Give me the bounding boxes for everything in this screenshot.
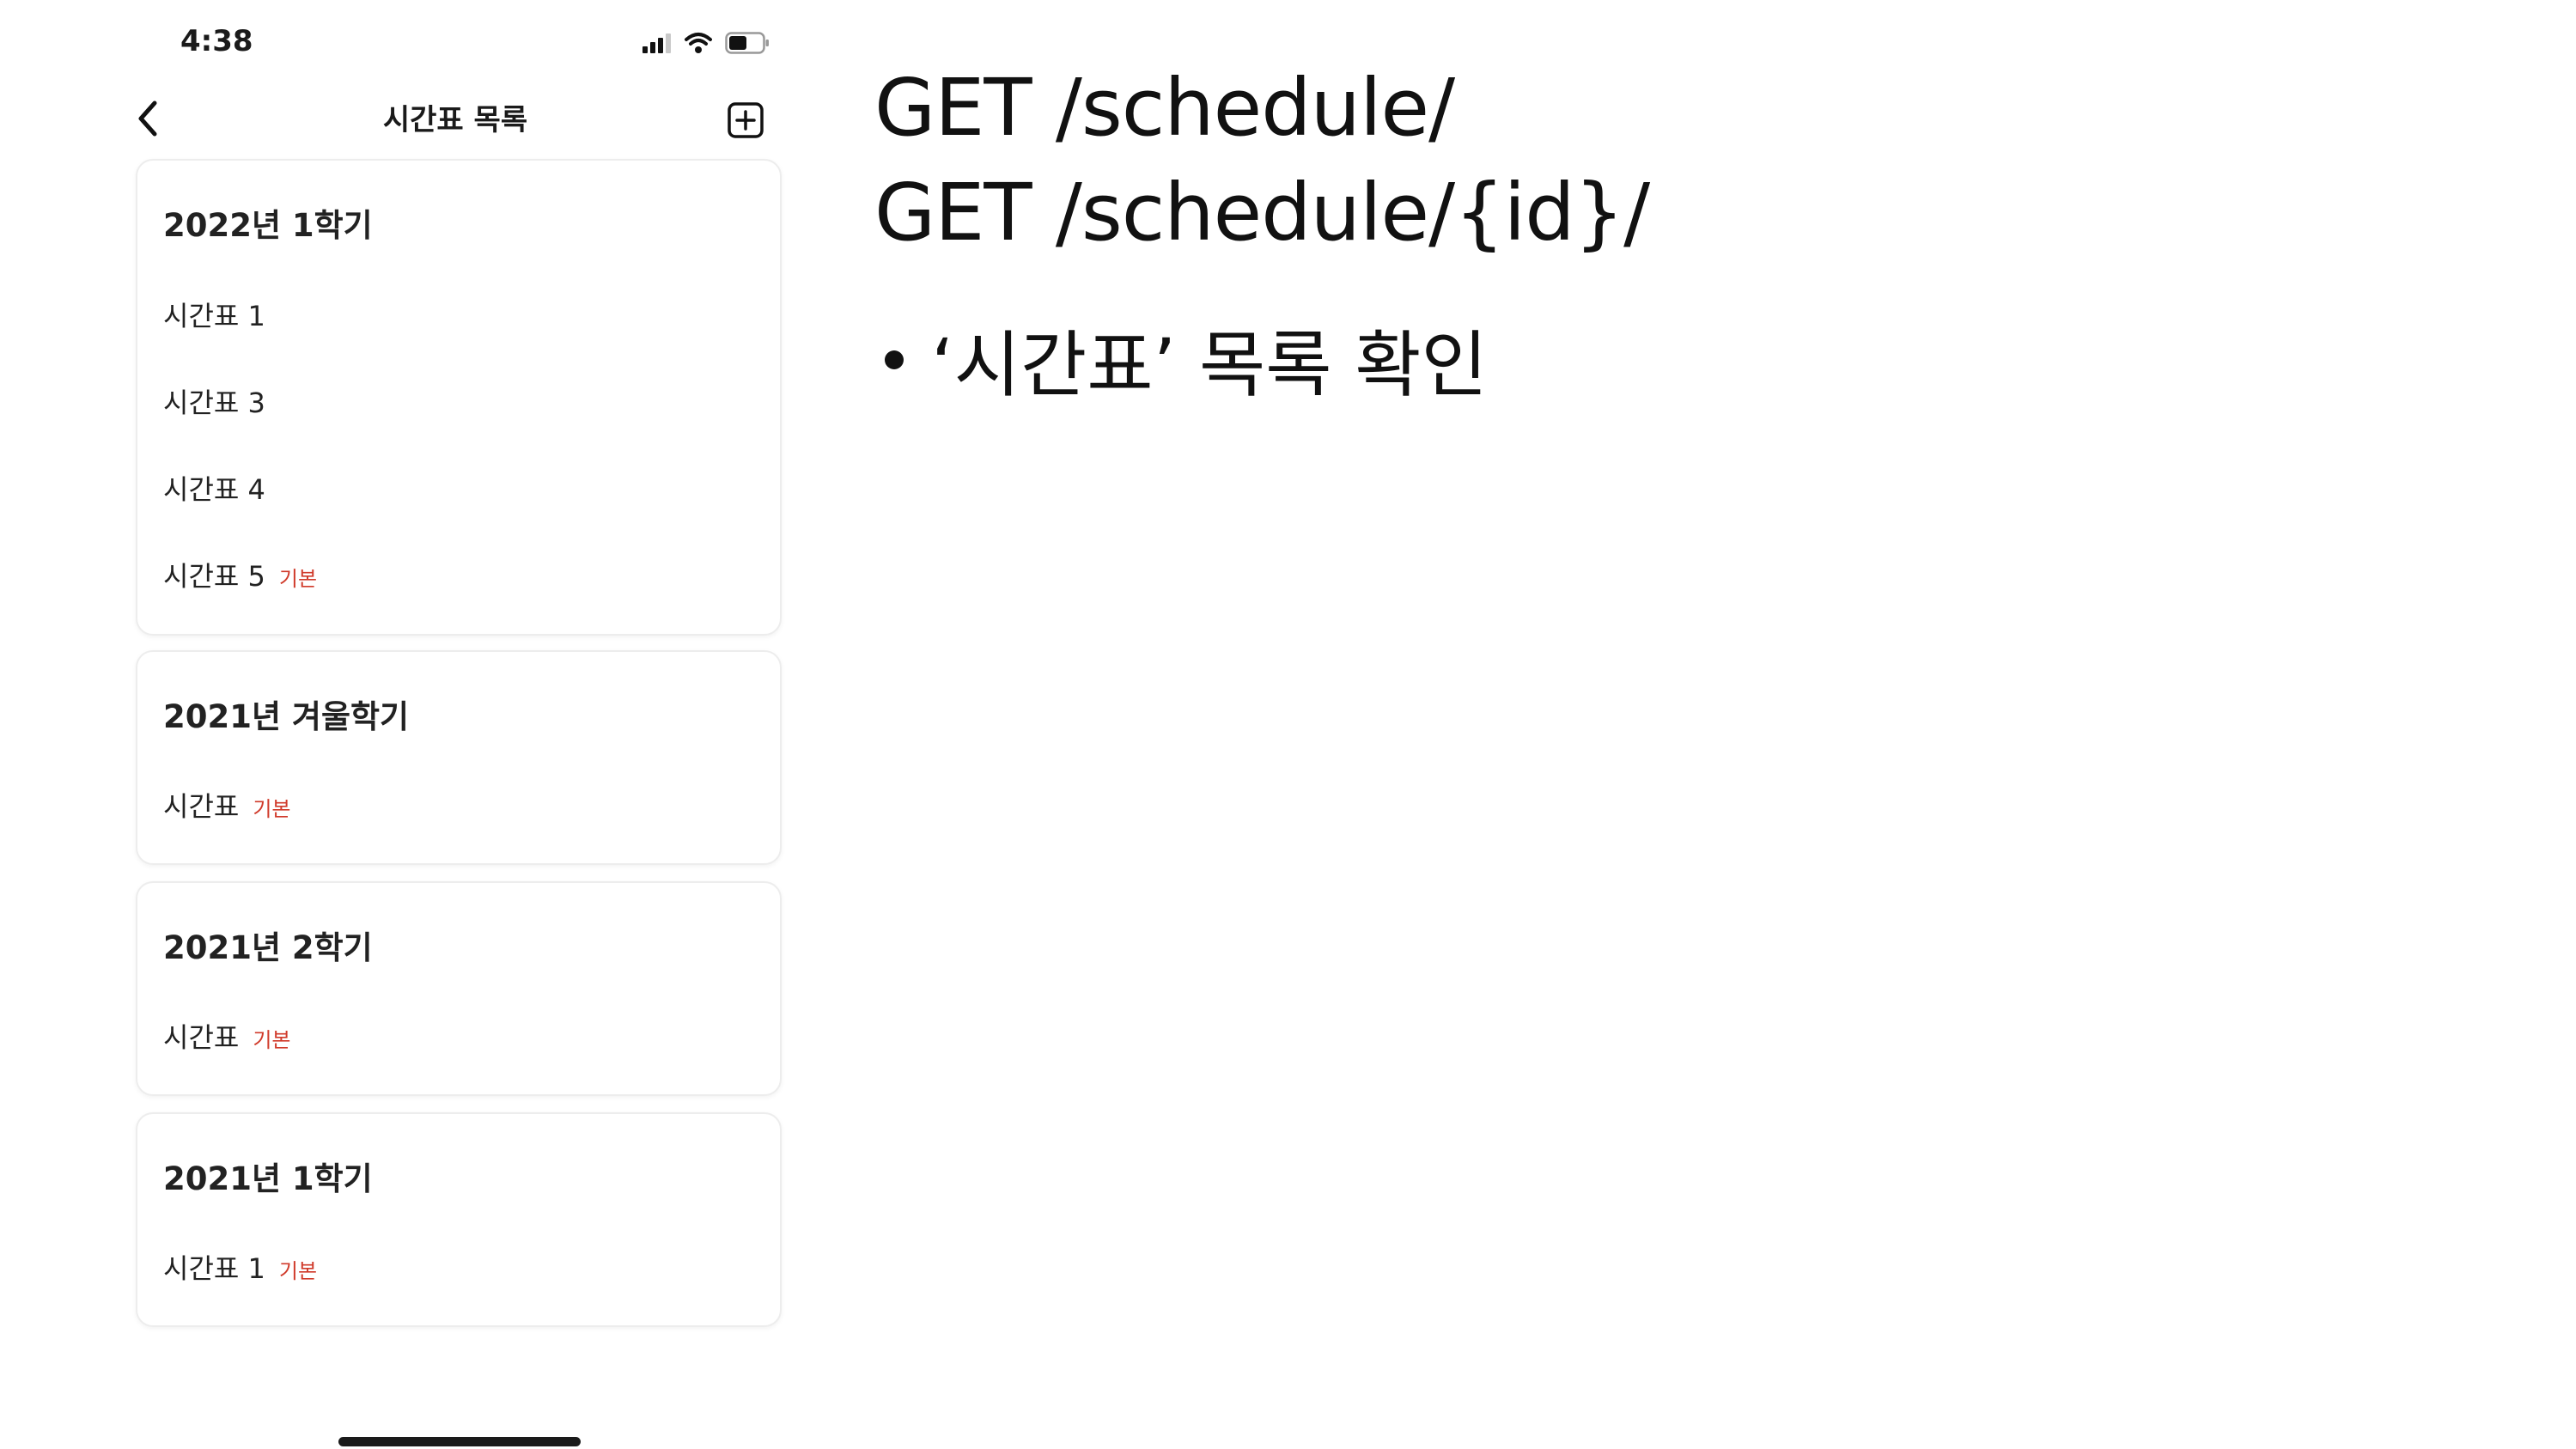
- schedule-name: 시간표: [163, 790, 240, 823]
- api-endpoint-line: GET /schedule/{id}/: [874, 167, 1650, 259]
- default-badge: 기본: [278, 567, 318, 591]
- add-schedule-button[interactable]: [727, 101, 764, 139]
- plus-square-icon: [728, 102, 764, 138]
- schedule-name: 시간표 3: [163, 387, 265, 419]
- home-indicator: [338, 1437, 581, 1446]
- bullet-text: ‘시간표’ 목록 확인: [931, 323, 1488, 407]
- schedule-item[interactable]: 시간표 기본: [163, 1016, 291, 1059]
- schedule-item[interactable]: 시간표 3: [163, 381, 265, 424]
- semester-card: 2021년 2학기 시간표 기본: [136, 881, 782, 1096]
- schedule-item[interactable]: 시간표 기본: [163, 785, 291, 828]
- semester-title: 2022년 1학기: [163, 207, 373, 244]
- semester-title: 2021년 2학기: [163, 929, 373, 966]
- semester-card: 2022년 1학기 시간표 1 시간표 3 시간표 4 시간표 5 기본: [136, 159, 782, 636]
- wifi-icon: [685, 33, 712, 53]
- schedule-item[interactable]: 시간표 1: [163, 295, 265, 338]
- page-title: 시간표 목록: [382, 103, 528, 137]
- back-button[interactable]: [129, 93, 167, 144]
- bullet-dot-icon: [885, 350, 904, 369]
- default-badge: 기본: [278, 1259, 318, 1283]
- default-badge: 기본: [253, 1028, 291, 1052]
- schedule-item[interactable]: 시간표 1 기본: [163, 1247, 317, 1290]
- schedule-item[interactable]: 시간표 5 기본: [163, 555, 317, 598]
- semester-card: 2021년 겨울학기 시간표 기본: [136, 650, 782, 865]
- status-icons: [642, 27, 770, 58]
- api-endpoint-line: GET /schedule/: [874, 62, 1455, 154]
- signal-icon: [642, 33, 671, 53]
- schedule-name: 시간표 1: [163, 300, 265, 332]
- semester-title: 2021년 겨울학기: [163, 698, 410, 735]
- schedule-name: 시간표: [163, 1021, 240, 1054]
- schedule-item[interactable]: 시간표 4: [163, 468, 265, 511]
- semester-card: 2021년 1학기 시간표 1 기본: [136, 1112, 782, 1327]
- status-time: 4:38: [180, 24, 253, 58]
- schedule-name: 시간표 1: [163, 1252, 265, 1285]
- bullet-item: ‘시간표’ 목록 확인: [885, 307, 1488, 411]
- chevron-left-icon: [138, 100, 157, 137]
- schedule-name: 시간표 4: [163, 473, 265, 506]
- semester-title: 2021년 1학기: [163, 1160, 373, 1197]
- schedule-name: 시간표 5: [163, 560, 265, 593]
- battery-icon: [725, 32, 769, 54]
- default-badge: 기본: [253, 797, 291, 821]
